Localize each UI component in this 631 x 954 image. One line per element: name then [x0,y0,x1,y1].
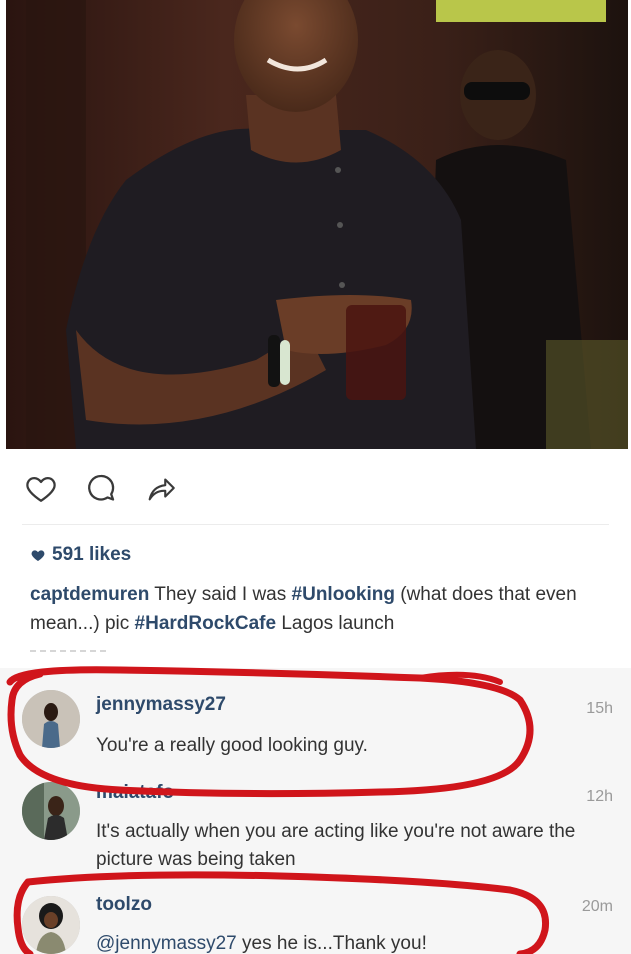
post-actions [22,468,180,508]
heart-filled-icon [31,550,45,561]
comment-username[interactable]: maiatafo [96,782,174,804]
comment-mention[interactable]: @jennymassy27 [96,933,237,954]
like-count-label: 591 likes [52,544,132,565]
avatar[interactable] [22,690,80,748]
photo-image [6,0,628,449]
comment-bubble-icon[interactable] [82,469,120,507]
avatar[interactable] [22,896,80,954]
caption-text-part: Lagos launch [276,613,395,634]
hashtag-hardrockcafe[interactable]: #HardRockCafe [135,613,277,634]
comment-timestamp: 20m [581,898,613,915]
caption-username[interactable]: captdemuren [30,584,149,605]
post-photo[interactable] [6,0,628,449]
like-count[interactable]: 591 likes [30,544,131,566]
actions-divider [22,524,609,525]
comments-section [0,668,631,954]
comment-text: You're a really good looking guy. [96,735,368,756]
comment-text: It's actually when you are acting like y… [96,821,576,870]
comment-username[interactable]: toolzo [96,894,152,916]
avatar[interactable] [22,782,80,840]
comment-username[interactable]: jennymassy27 [96,694,226,716]
share-arrow-icon[interactable] [142,469,180,507]
caption-separator [30,650,110,652]
heart-outline-icon[interactable] [22,469,60,507]
post-caption: captdemuren They said I was #Unlooking (… [30,580,615,638]
comment-text: @jennymassy27 yes he is...Thank you! [96,930,596,954]
hashtag-unlooking[interactable]: #Unlooking [292,584,395,605]
comment-timestamp: 15h [586,700,613,717]
comment-text-part: yes he is...Thank you! [236,933,427,954]
comment-timestamp: 12h [586,788,613,805]
caption-text-part: They said I was [149,584,292,605]
